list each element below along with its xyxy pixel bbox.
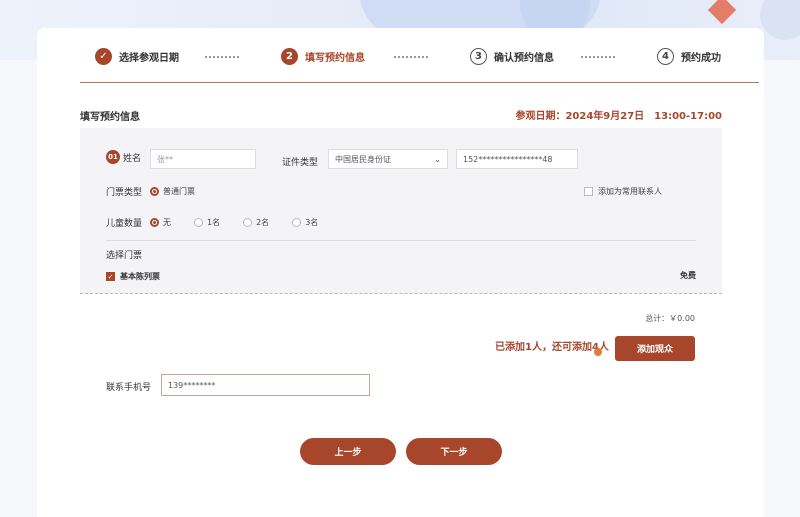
name-input[interactable]: 张**	[150, 149, 256, 169]
id-type-select[interactable]: 中国居民身份证 ⌄	[328, 149, 448, 169]
step-connector	[205, 56, 239, 58]
step-number: 2	[281, 47, 298, 65]
id-type-label: 证件类型	[282, 158, 319, 168]
ticket-type-normal[interactable]: 普通门票	[150, 186, 195, 197]
name-label: 姓名	[123, 153, 142, 164]
phone-label: 联系手机号	[106, 383, 152, 393]
ticket-item[interactable]: ✓ 基本陈列票	[106, 271, 160, 282]
section-title: 填写预约信息	[80, 112, 140, 123]
radio-icon[interactable]	[194, 218, 203, 227]
ticket-price: 免费	[680, 271, 696, 280]
radio-icon[interactable]	[243, 218, 253, 227]
children-option-1[interactable]: 1名	[194, 217, 220, 228]
phone-input[interactable]: 139********	[161, 374, 370, 396]
ticket-type-label: 门票类型	[106, 188, 143, 198]
step-label: 选择参观日期	[119, 52, 179, 64]
check-icon[interactable]: ✓	[106, 272, 115, 281]
step-success: 4 预约成功	[657, 47, 721, 65]
step-fill-info: 2 填写预约信息	[281, 47, 365, 65]
id-type-value: 中国居民身份证	[335, 154, 391, 164]
added-count-message: 已添加1人，还可添加4人	[495, 342, 609, 353]
id-number-input[interactable]: 152****************48	[456, 149, 578, 169]
ticket-type-normal-label: 普通门票	[163, 187, 195, 196]
name-row: 01 姓名	[106, 150, 141, 164]
notice-dot-icon	[594, 348, 602, 356]
page-margin-left	[0, 60, 37, 517]
visit-date: 参观日期：2024年9月27日 13:00-17:00	[515, 111, 722, 122]
children-label: 儿童数量	[106, 219, 143, 229]
decor-shape	[760, 0, 800, 40]
visitor-form: 01 姓名 张** 证件类型 中国居民身份证 ⌄ 152************…	[80, 128, 722, 294]
children-option-2[interactable]: 2名	[243, 217, 269, 228]
children-option-3[interactable]: 3名	[292, 217, 318, 228]
step-connector	[581, 56, 615, 58]
add-visitor-button[interactable]: 添加观众	[615, 336, 695, 361]
step-connector	[394, 56, 428, 58]
step-number: 4	[657, 47, 674, 65]
booking-card: ✓ 选择参观日期 2 填写预约信息 3 确认预约信息 4 预约成功 填写预约信息…	[37, 28, 764, 517]
ticket-name: 基本陈列票	[120, 272, 160, 281]
step-progress: ✓ 选择参观日期 2 填写预约信息 3 确认预约信息 4 预约成功	[37, 28, 764, 84]
chevron-down-icon: ⌄	[434, 154, 441, 164]
children-option-label: 无	[163, 218, 171, 227]
form-divider	[106, 240, 696, 241]
children-options: 无 1名 2名 3名	[150, 217, 341, 228]
children-option-label: 1名	[207, 218, 221, 227]
radio-icon[interactable]	[292, 218, 302, 227]
page-margin-right	[763, 60, 800, 517]
add-contact-checkbox[interactable]	[584, 187, 593, 196]
step-number: 3	[470, 47, 487, 65]
decor-spark-icon	[707, 0, 737, 25]
step-label: 确认预约信息	[494, 52, 554, 64]
step-select-date: ✓ 选择参观日期	[95, 47, 179, 65]
step-confirm-info: 3 确认预约信息	[470, 47, 554, 65]
step-label: 填写预约信息	[305, 52, 365, 64]
next-step-button[interactable]: 下一步	[406, 438, 502, 465]
prev-step-button[interactable]: 上一步	[300, 438, 396, 465]
step-label: 预约成功	[681, 52, 721, 64]
ticket-type-options: 普通门票	[150, 186, 218, 197]
children-option-label: 3名	[305, 218, 319, 227]
add-contact-option[interactable]: 添加为常用联系人	[584, 186, 685, 197]
check-icon: ✓	[95, 47, 112, 65]
total-amount: 总计：￥0.00	[645, 314, 695, 323]
add-contact-label: 添加为常用联系人	[598, 187, 662, 196]
step-divider	[80, 82, 759, 83]
visitor-index-badge: 01	[106, 150, 120, 164]
radio-selected-icon[interactable]	[150, 187, 159, 196]
children-option-label: 2名	[256, 218, 270, 227]
radio-selected-icon[interactable]	[150, 218, 159, 227]
children-option-none[interactable]: 无	[150, 217, 171, 228]
choose-ticket-label: 选择门票	[106, 251, 143, 261]
